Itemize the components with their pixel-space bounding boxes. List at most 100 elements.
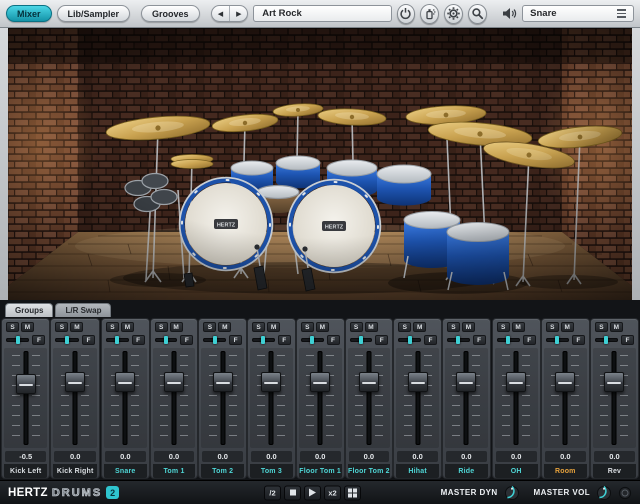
mute-button[interactable]: M (121, 322, 134, 332)
groups-tab[interactable]: Groups (5, 303, 53, 317)
fader-handle[interactable] (456, 372, 476, 392)
mute-button[interactable]: M (561, 322, 574, 332)
tab-mixer[interactable]: Mixer (6, 5, 52, 22)
volume-fader[interactable] (104, 348, 147, 448)
pan-slider[interactable] (595, 338, 618, 342)
fx-button[interactable]: F (621, 335, 634, 345)
fx-button[interactable]: F (473, 335, 486, 345)
fader-handle[interactable] (16, 374, 36, 394)
volume-fader[interactable] (544, 348, 587, 448)
solo-button[interactable]: S (252, 322, 265, 332)
volume-fader[interactable] (250, 348, 293, 448)
volume-fader[interactable] (4, 348, 47, 448)
pan-thumb[interactable] (604, 336, 608, 344)
master-vol-knob[interactable] (596, 485, 612, 501)
solo-button[interactable]: S (155, 322, 168, 332)
preset-prev-button[interactable]: ◀ (212, 6, 230, 21)
mute-button[interactable]: M (267, 322, 280, 332)
solo-button[interactable]: S (447, 322, 460, 332)
pan-slider[interactable] (252, 338, 275, 342)
fx-button[interactable]: F (327, 335, 340, 345)
solo-button[interactable]: S (6, 322, 19, 332)
volume-fader[interactable] (593, 348, 636, 448)
fader-handle[interactable] (115, 372, 135, 392)
mute-button[interactable]: M (413, 322, 426, 332)
pan-slider[interactable] (301, 338, 324, 342)
solo-button[interactable]: S (398, 322, 411, 332)
transport-double-speed-button[interactable]: x2 (324, 485, 341, 500)
preset-selector[interactable]: Art Rock (253, 5, 391, 22)
mute-button[interactable]: M (316, 322, 329, 332)
pan-thumb[interactable] (310, 336, 314, 344)
gear-icon[interactable] (444, 4, 463, 24)
solo-button[interactable]: S (350, 322, 363, 332)
fx-button[interactable]: F (278, 335, 291, 345)
mute-button[interactable]: M (365, 322, 378, 332)
volume-fader[interactable] (299, 348, 342, 448)
fx-button[interactable]: F (523, 335, 536, 345)
transport-pads-button[interactable] (344, 485, 361, 500)
fader-handle[interactable] (359, 372, 379, 392)
airbrush-icon[interactable] (420, 4, 439, 24)
solo-button[interactable]: S (106, 322, 119, 332)
solo-button[interactable]: S (301, 322, 314, 332)
fader-handle[interactable] (604, 372, 624, 392)
pan-slider[interactable] (6, 338, 29, 342)
pan-thumb[interactable] (359, 336, 363, 344)
fader-handle[interactable] (261, 372, 281, 392)
transport-play-button[interactable] (304, 485, 321, 500)
pan-slider[interactable] (447, 338, 470, 342)
solo-button[interactable]: S (595, 322, 608, 332)
search-icon[interactable] (468, 4, 487, 24)
mute-button[interactable]: M (170, 322, 183, 332)
pan-thumb[interactable] (164, 336, 168, 344)
pan-slider[interactable] (350, 338, 373, 342)
volume-fader[interactable] (201, 348, 244, 448)
pan-thumb[interactable] (506, 336, 510, 344)
pan-thumb[interactable] (16, 336, 20, 344)
pan-slider[interactable] (106, 338, 129, 342)
preset-next-button[interactable]: ▶ (229, 6, 247, 21)
pan-slider[interactable] (546, 338, 569, 342)
pan-slider[interactable] (203, 338, 226, 342)
menu-lines-icon[interactable] (617, 9, 626, 18)
lr-swap-tab[interactable]: L/R Swap (55, 303, 111, 317)
fader-handle[interactable] (506, 372, 526, 392)
fx-button[interactable]: F (180, 335, 193, 345)
fader-handle[interactable] (408, 372, 428, 392)
volume-fader[interactable] (495, 348, 538, 448)
mute-button[interactable]: M (462, 322, 475, 332)
tab-grooves[interactable]: Grooves (141, 5, 200, 22)
pan-thumb[interactable] (408, 336, 412, 344)
fader-handle[interactable] (310, 372, 330, 392)
fx-button[interactable]: F (32, 335, 45, 345)
volume-fader[interactable] (348, 348, 391, 448)
pan-slider[interactable] (497, 338, 520, 342)
instrument-selector[interactable]: Snare (522, 5, 634, 22)
power-icon[interactable] (397, 4, 416, 24)
pan-thumb[interactable] (456, 336, 460, 344)
pan-thumb[interactable] (213, 336, 217, 344)
solo-button[interactable]: S (497, 322, 510, 332)
drum-kit-3d-view[interactable]: HERTZ HERTZ (8, 28, 632, 300)
pan-slider[interactable] (155, 338, 178, 342)
volume-fader[interactable] (53, 348, 96, 448)
fx-button[interactable]: F (132, 335, 145, 345)
volume-fader[interactable] (396, 348, 439, 448)
mute-button[interactable]: M (70, 322, 83, 332)
pan-thumb[interactable] (115, 336, 119, 344)
fx-button[interactable]: F (229, 335, 242, 345)
mute-button[interactable]: M (21, 322, 34, 332)
fader-handle[interactable] (213, 372, 233, 392)
volume-fader[interactable] (153, 348, 196, 448)
solo-button[interactable]: S (546, 322, 559, 332)
pan-thumb[interactable] (261, 336, 265, 344)
mute-button[interactable]: M (512, 322, 525, 332)
fx-button[interactable]: F (572, 335, 585, 345)
mute-button[interactable]: M (218, 322, 231, 332)
tab-lib-sampler[interactable]: Lib/Sampler (57, 5, 131, 22)
solo-button[interactable]: S (55, 322, 68, 332)
volume-fader[interactable] (445, 348, 488, 448)
pan-thumb[interactable] (555, 336, 559, 344)
master-dyn-knob[interactable] (504, 485, 520, 501)
